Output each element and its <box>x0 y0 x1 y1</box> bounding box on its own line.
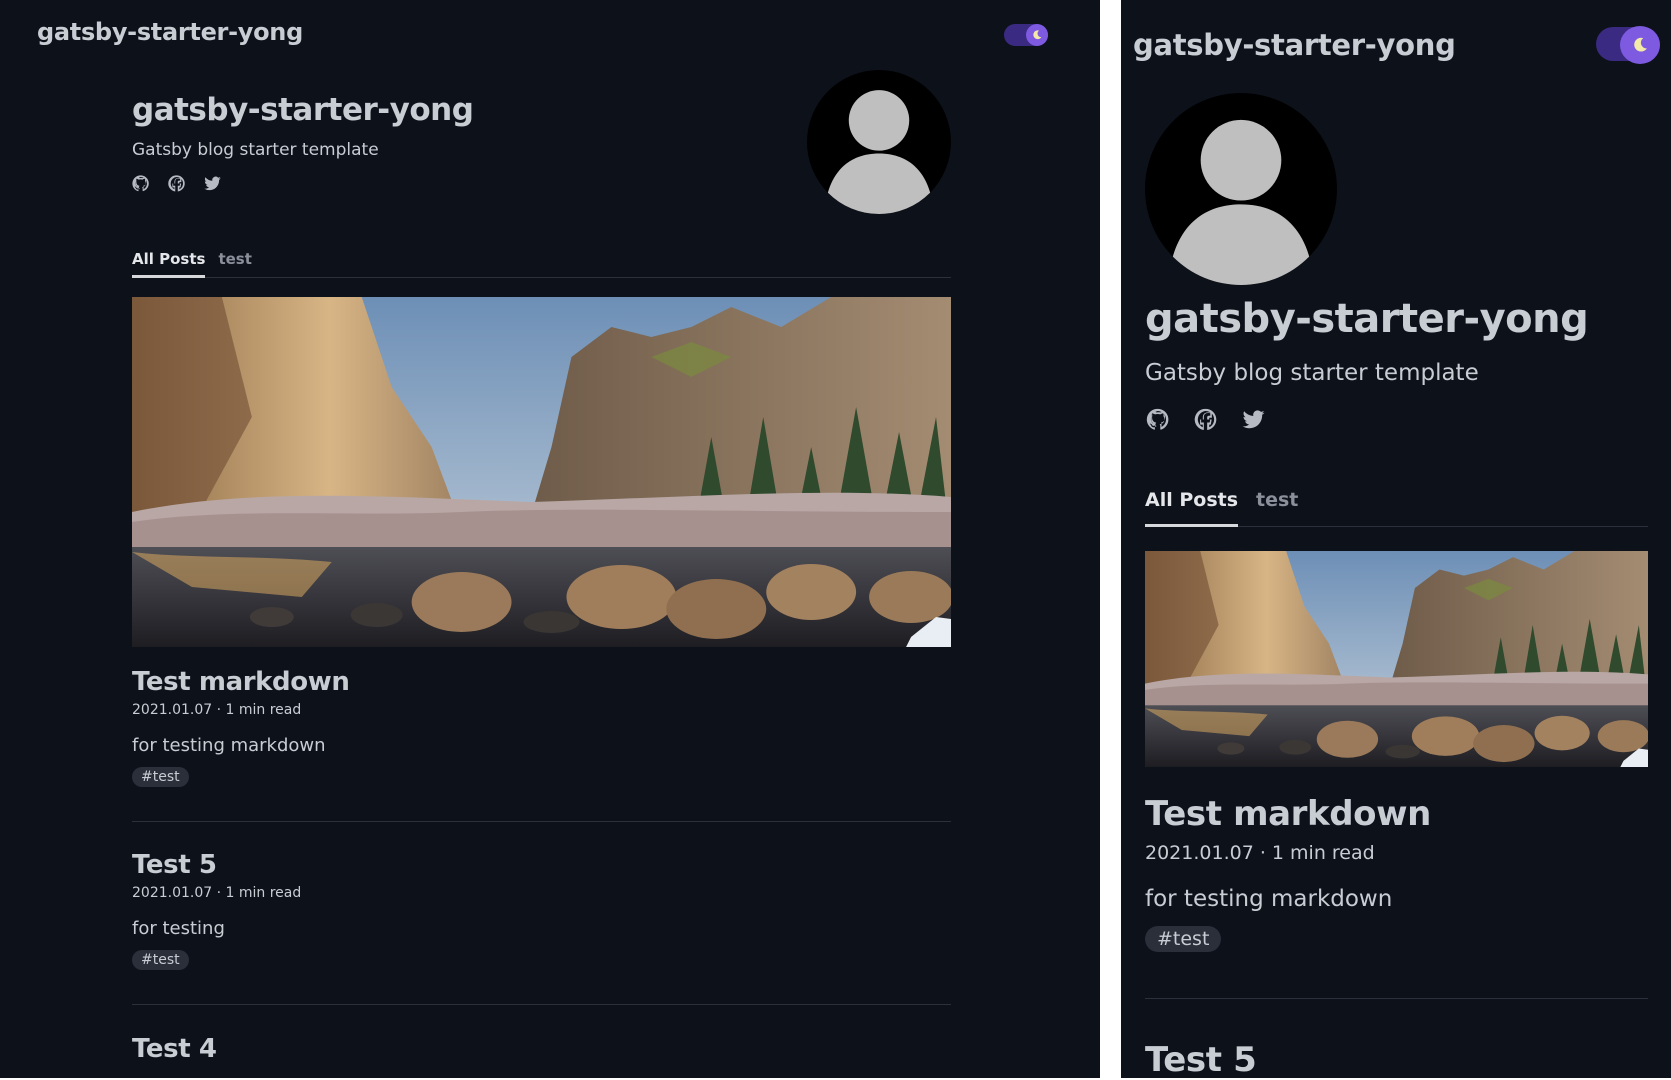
category-tabs: All Posts test <box>132 248 951 278</box>
bio-name: gatsby-starter-yong <box>1145 296 1589 342</box>
avatar-placeholder-icon <box>1145 93 1337 285</box>
github-icon[interactable] <box>1145 407 1170 432</box>
category-tabs: All Posts test <box>1145 485 1648 527</box>
moon-icon <box>1629 34 1651 56</box>
post-description: for testing <box>132 918 225 939</box>
bio-description: Gatsby blog starter template <box>1145 360 1479 386</box>
post-tag[interactable]: #test <box>132 767 189 787</box>
theme-toggle-knob <box>1026 24 1048 46</box>
theme-toggle[interactable] <box>1004 24 1048 46</box>
landscape-photo <box>1145 551 1648 767</box>
post-item[interactable]: Test 4 <box>132 1033 951 1065</box>
facebook-icon[interactable] <box>1193 407 1218 432</box>
post-meta: 2021.01.07 · 1 min read <box>132 885 302 901</box>
twitter-icon[interactable] <box>203 174 222 193</box>
post-title[interactable]: Test 5 <box>1145 1040 1648 1078</box>
post-item[interactable]: Test markdown 2021.01.07 · 1 min read fo… <box>132 666 951 787</box>
social-links <box>131 174 222 193</box>
theme-toggle[interactable] <box>1596 26 1660 64</box>
post-title[interactable]: Test markdown <box>1145 794 1648 834</box>
avatar <box>807 70 951 214</box>
post-description: for testing markdown <box>1145 886 1393 912</box>
theme-toggle-knob <box>1620 26 1660 64</box>
twitter-icon[interactable] <box>1241 407 1266 432</box>
social-links <box>1145 407 1266 432</box>
post-item[interactable]: Test markdown 2021.01.07 · 1 min read fo… <box>1145 794 1648 952</box>
featured-post-image[interactable] <box>1145 551 1648 767</box>
landscape-photo <box>132 297 951 647</box>
tab-all-posts[interactable]: All Posts <box>132 248 206 278</box>
post-item[interactable]: Test 5 <box>1145 1040 1648 1078</box>
post-divider <box>132 821 951 822</box>
post-divider <box>1145 998 1648 999</box>
post-title[interactable]: Test 5 <box>132 849 951 881</box>
tab-test[interactable]: test <box>1256 485 1298 526</box>
avatar-placeholder-icon <box>807 70 951 214</box>
desktop-view: gatsby-starter-yong gatsby-starter-yong … <box>0 0 1100 1078</box>
bio-name: gatsby-starter-yong <box>132 92 474 128</box>
post-meta: 2021.01.07 · 1 min read <box>132 702 302 718</box>
bio-description: Gatsby blog starter template <box>132 140 379 160</box>
mobile-view: gatsby-starter-yong gatsby-starter-yong … <box>1121 0 1671 1078</box>
post-title[interactable]: Test markdown <box>132 666 951 698</box>
tab-test[interactable]: test <box>218 248 251 277</box>
github-icon[interactable] <box>131 174 150 193</box>
post-tag[interactable]: #test <box>132 950 189 970</box>
site-title-link[interactable]: gatsby-starter-yong <box>37 18 303 46</box>
post-item[interactable]: Test 5 2021.01.07 · 1 min read for testi… <box>132 849 951 970</box>
post-meta: 2021.01.07 · 1 min read <box>1145 842 1375 864</box>
featured-post-image[interactable] <box>132 297 951 647</box>
avatar <box>1145 93 1337 285</box>
post-divider <box>132 1004 951 1005</box>
post-tag[interactable]: #test <box>1145 926 1222 952</box>
site-title-link[interactable]: gatsby-starter-yong <box>1133 28 1456 62</box>
tab-all-posts[interactable]: All Posts <box>1145 485 1239 527</box>
moon-icon <box>1030 28 1044 42</box>
post-description: for testing markdown <box>132 735 326 756</box>
facebook-icon[interactable] <box>167 174 186 193</box>
post-title[interactable]: Test 4 <box>132 1033 951 1065</box>
